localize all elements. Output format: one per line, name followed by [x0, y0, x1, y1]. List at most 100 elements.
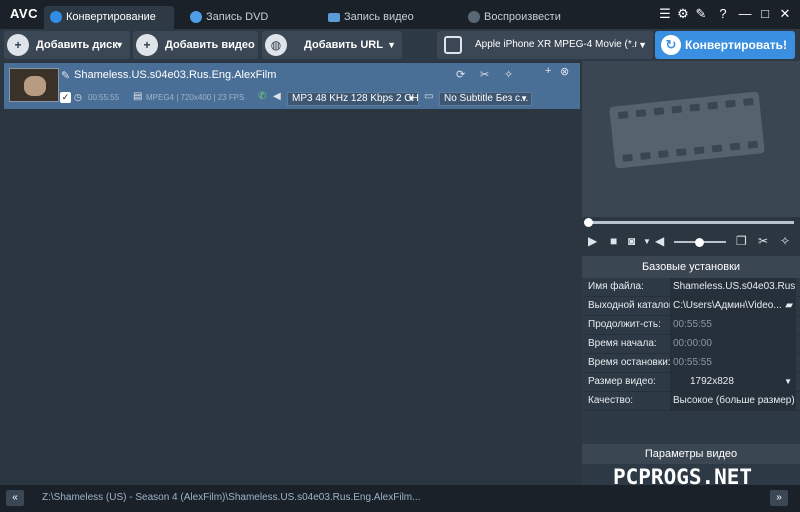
output-profile-select[interactable]: Apple iPhone XR MPEG-4 Movie (*.m... ▼ [437, 31, 653, 59]
cut-icon[interactable]: ✂ [758, 234, 768, 248]
tab-label: Воспроизвести [484, 11, 561, 23]
watermark: PCPROGS.NET [613, 465, 753, 489]
button-label: Конвертировать! [685, 38, 788, 52]
setting-start-time: Время начала: 00:00:00 [582, 335, 800, 354]
refresh-icon[interactable]: ⟳ [456, 68, 465, 81]
setting-file-name: Имя файла: Shameless.US.s04e03.Rus.E... [582, 278, 800, 297]
video-size-select[interactable]: 1792x828 ▼ [670, 373, 796, 391]
film-add-icon: + [136, 34, 158, 56]
film-icon [328, 13, 340, 22]
setting-label: Качество: [588, 395, 634, 406]
player-controls: ▶ ■ ◙ ▼ ◀ ❐ ✂ ✧ [582, 230, 800, 254]
cut-icon[interactable]: ✂ [480, 68, 489, 81]
button-label: Добавить видео [165, 39, 255, 51]
settings-header: Базовые установки [582, 256, 800, 278]
audio-track-select[interactable]: MP3 48 KHz 128 Kbps 2 CH ▼ [287, 92, 419, 106]
film-reel-icon [609, 91, 765, 169]
quality-select[interactable]: Высокое (больше размер) [670, 392, 796, 410]
chevron-down-icon[interactable]: ▼ [643, 237, 651, 246]
subtitle-value: No Subtitle Без с... [444, 93, 529, 104]
audio-track-value: MP3 48 KHz 128 Kbps 2 CH [292, 93, 419, 104]
speaker-icon[interactable]: ◀ [655, 234, 664, 248]
play-circle-icon [468, 11, 480, 23]
gear-icon[interactable]: ⚙ [676, 7, 690, 21]
close-icon[interactable]: ⊗ [560, 65, 569, 78]
tab-label: Запись DVD [206, 11, 269, 23]
video-thumbnail [9, 68, 59, 102]
copy-icon[interactable]: ❐ [736, 234, 747, 248]
setting-output-folder: Выходной каталог: C:\Users\Админ\Video..… [582, 297, 800, 316]
setting-label: Время начала: [588, 338, 657, 349]
tab-label: Конвертирование [66, 11, 156, 23]
chevron-down-icon[interactable]: ▼ [387, 31, 396, 59]
file-row[interactable]: ✎ Shameless.US.s04e03.Rus.Eng.AlexFilm ⟳… [4, 63, 580, 109]
toolbar: + Добавить диск ▼ + Добавить видео ◍ Доб… [0, 29, 800, 61]
seek-handle[interactable] [584, 218, 593, 227]
setting-label: Продолжит-сть: [588, 319, 661, 330]
setting-label: Время остановки: [588, 357, 671, 368]
seek-bar[interactable] [582, 217, 800, 229]
add-icon[interactable]: + [545, 65, 551, 77]
speaker-icon: ◀ [273, 91, 281, 102]
setting-quality: Качество: Высокое (больше размер) [582, 392, 800, 411]
add-url-button[interactable]: ◍ Добавить URL ▼ [262, 31, 402, 59]
close-button[interactable]: ✕ [778, 7, 792, 21]
file-checkbox[interactable]: ✓ [60, 92, 71, 103]
disc-icon [190, 11, 202, 23]
stop-icon[interactable]: ■ [610, 234, 617, 248]
setting-value-wrap[interactable]: C:\Users\Админ\Video... ▰ [670, 297, 796, 315]
setting-video-size: Размер видео: 1792x828 ▼ [582, 373, 800, 392]
status-bar: « Z:\Shameless (US) - Season 4 (AlexFilm… [0, 485, 800, 512]
setting-value[interactable]: 00:00:00 [670, 335, 796, 353]
collapse-left-button[interactable]: « [6, 490, 24, 506]
tab-play[interactable]: Воспроизвести [462, 6, 592, 29]
camera-icon[interactable]: ◙ [628, 234, 635, 248]
button-label: Добавить URL [304, 39, 383, 51]
subtitle-icon: ▭ [424, 91, 434, 102]
phone-call-icon: ✆ [258, 91, 267, 102]
add-video-button[interactable]: + Добавить видео [133, 31, 258, 59]
setting-value: Высокое (больше размер) [673, 395, 795, 406]
settings-panel: Базовые установки Имя файла: Shameless.U… [582, 256, 800, 485]
maximize-button[interactable]: □ [758, 7, 772, 21]
setting-label: Имя файла: [588, 281, 644, 292]
expand-right-button[interactable]: » [770, 490, 788, 506]
chevron-down-icon: ▼ [784, 377, 792, 386]
setting-value[interactable]: 00:55:55 [670, 354, 796, 372]
tab-convert[interactable]: Конвертирование [44, 6, 174, 29]
profile-label: Apple iPhone XR MPEG-4 Movie (*.m... [475, 39, 637, 50]
magic-wand-icon[interactable]: ✧ [504, 68, 513, 81]
setting-value: 00:55:55 [670, 316, 796, 334]
minimize-button[interactable]: — [738, 7, 752, 21]
file-name[interactable]: Shameless.US.s04e03.Rus.Eng.AlexFilm [74, 69, 276, 81]
tab-record-video[interactable]: Запись видео [322, 6, 452, 29]
setting-value[interactable]: Shameless.US.s04e03.Rus.E... [670, 278, 796, 296]
settings-list-icon[interactable]: ☰ [658, 7, 672, 21]
play-icon[interactable]: ▶ [588, 234, 597, 248]
clock-icon: ◷ [74, 92, 82, 102]
magic-wand-icon[interactable]: ✧ [780, 234, 790, 248]
help-button[interactable]: ? [716, 7, 730, 21]
seek-track[interactable] [588, 221, 794, 224]
phone-icon [444, 36, 462, 54]
output-path: Z:\Shameless (US) - Season 4 (AlexFilm)\… [42, 492, 421, 503]
setting-duration: Продолжит-сть: 00:55:55 [582, 316, 800, 335]
tab-label: Запись видео [344, 11, 414, 23]
pencil-icon[interactable]: ✎ [61, 69, 70, 82]
wrench-icon[interactable]: ✎ [694, 7, 708, 21]
chevron-down-icon: ▼ [520, 94, 528, 103]
convert-icon [50, 11, 62, 23]
add-disc-button[interactable]: + Добавить диск ▼ [4, 31, 130, 59]
button-label: Добавить диск [36, 39, 118, 51]
convert-button[interactable]: ↻ Конвертировать! [655, 31, 795, 59]
chevron-down-icon[interactable]: ▼ [115, 31, 124, 59]
file-list: ✎ Shameless.US.s04e03.Rus.Eng.AlexFilm ⟳… [0, 61, 580, 485]
volume-handle[interactable] [695, 238, 704, 247]
video-params-header[interactable]: Параметры видео [582, 444, 800, 464]
convert-icon: ↻ [661, 35, 681, 55]
globe-icon: ◍ [265, 34, 287, 56]
folder-icon[interactable]: ▰ [785, 297, 793, 315]
app-logo: AVC [10, 6, 38, 21]
subtitle-select[interactable]: No Subtitle Без с... ▼ [439, 92, 532, 106]
tab-burn-dvd[interactable]: Запись DVD [184, 6, 314, 29]
